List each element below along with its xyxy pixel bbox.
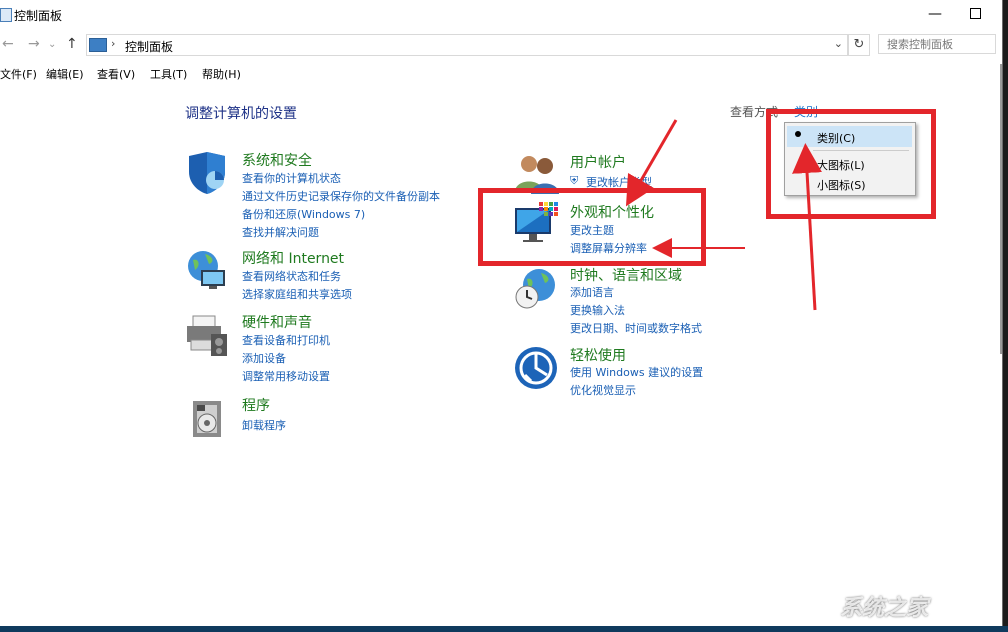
arrow-to-dropdown xyxy=(806,155,815,310)
annotation-arrows xyxy=(0,0,1002,626)
control-panel-window: 控制面板 — ← → ⌄ ↑ › 控制面板 ⌄ ↻ 搜索控制面板 文件(F) 编… xyxy=(0,0,1003,627)
taskbar-edge xyxy=(0,626,1008,632)
watermark: 系统之家 xyxy=(840,590,928,622)
arrow-to-personalization xyxy=(632,120,676,196)
